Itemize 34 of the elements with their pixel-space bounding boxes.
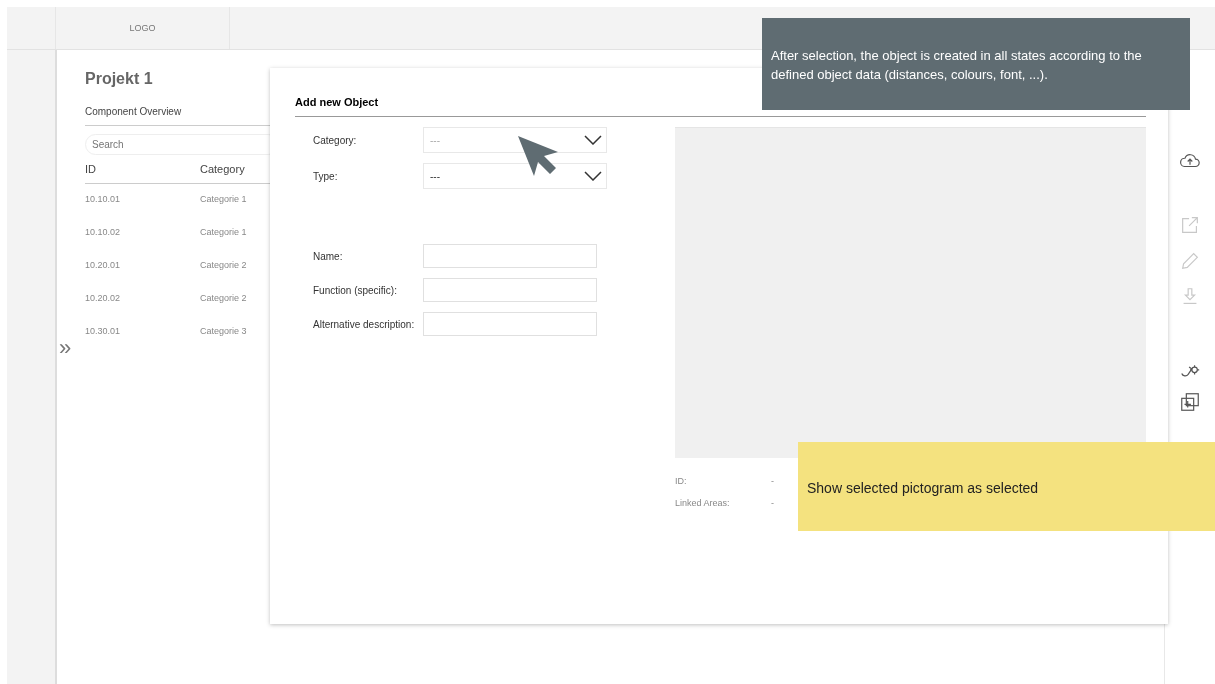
field-label: Alternative description: xyxy=(313,318,416,330)
table-cell-text: 10.20.02 xyxy=(85,293,122,305)
table-cell-text: Categorie 2 xyxy=(200,293,247,305)
annotation-note: After selection, the object is created in all states according to the defined object data (distances, colours, font, ...). xyxy=(762,18,1190,110)
table-cell-text: Categorie 2 xyxy=(200,260,247,272)
table-cell-text: 10.10.02 xyxy=(85,227,122,239)
table-cell-text: 10.30.01 xyxy=(85,326,122,338)
table-cell-text: Categorie 3 xyxy=(200,326,247,338)
field-label: Type: xyxy=(313,170,339,182)
detail-label: Linked Areas: xyxy=(675,498,731,508)
column-header: ID xyxy=(85,163,97,175)
field-label: Name: xyxy=(313,250,344,262)
annotation-note: Show selected pictogram as selected xyxy=(798,442,1215,531)
table-cell-text: 10.20.01 xyxy=(85,260,122,272)
dropdown-field[interactable]: --- xyxy=(423,127,607,153)
detail-label: ID: xyxy=(675,476,688,486)
detail-value: - xyxy=(771,476,774,486)
field-label: Category: xyxy=(313,134,358,146)
input-field[interactable] xyxy=(423,244,597,268)
project-title: Projekt 1 xyxy=(85,70,154,88)
expand-button[interactable]: » xyxy=(59,335,72,361)
table-cell-text: 10.10.01 xyxy=(85,194,122,206)
column-header: Category xyxy=(200,163,245,175)
detail-value: - xyxy=(771,498,774,508)
table-cell-text: Categorie 1 xyxy=(200,194,247,206)
logo-text: LOGO xyxy=(129,23,156,33)
input-field[interactable] xyxy=(423,312,597,336)
dropdown-field[interactable]: --- xyxy=(423,163,607,189)
field-label: Function (specific): xyxy=(313,284,398,296)
cursor-arrow-icon xyxy=(516,134,560,178)
input-field[interactable] xyxy=(423,278,597,302)
chevron-icon xyxy=(584,135,602,145)
table-cell-text: Categorie 1 xyxy=(200,227,247,239)
chevron-icon xyxy=(584,171,602,181)
